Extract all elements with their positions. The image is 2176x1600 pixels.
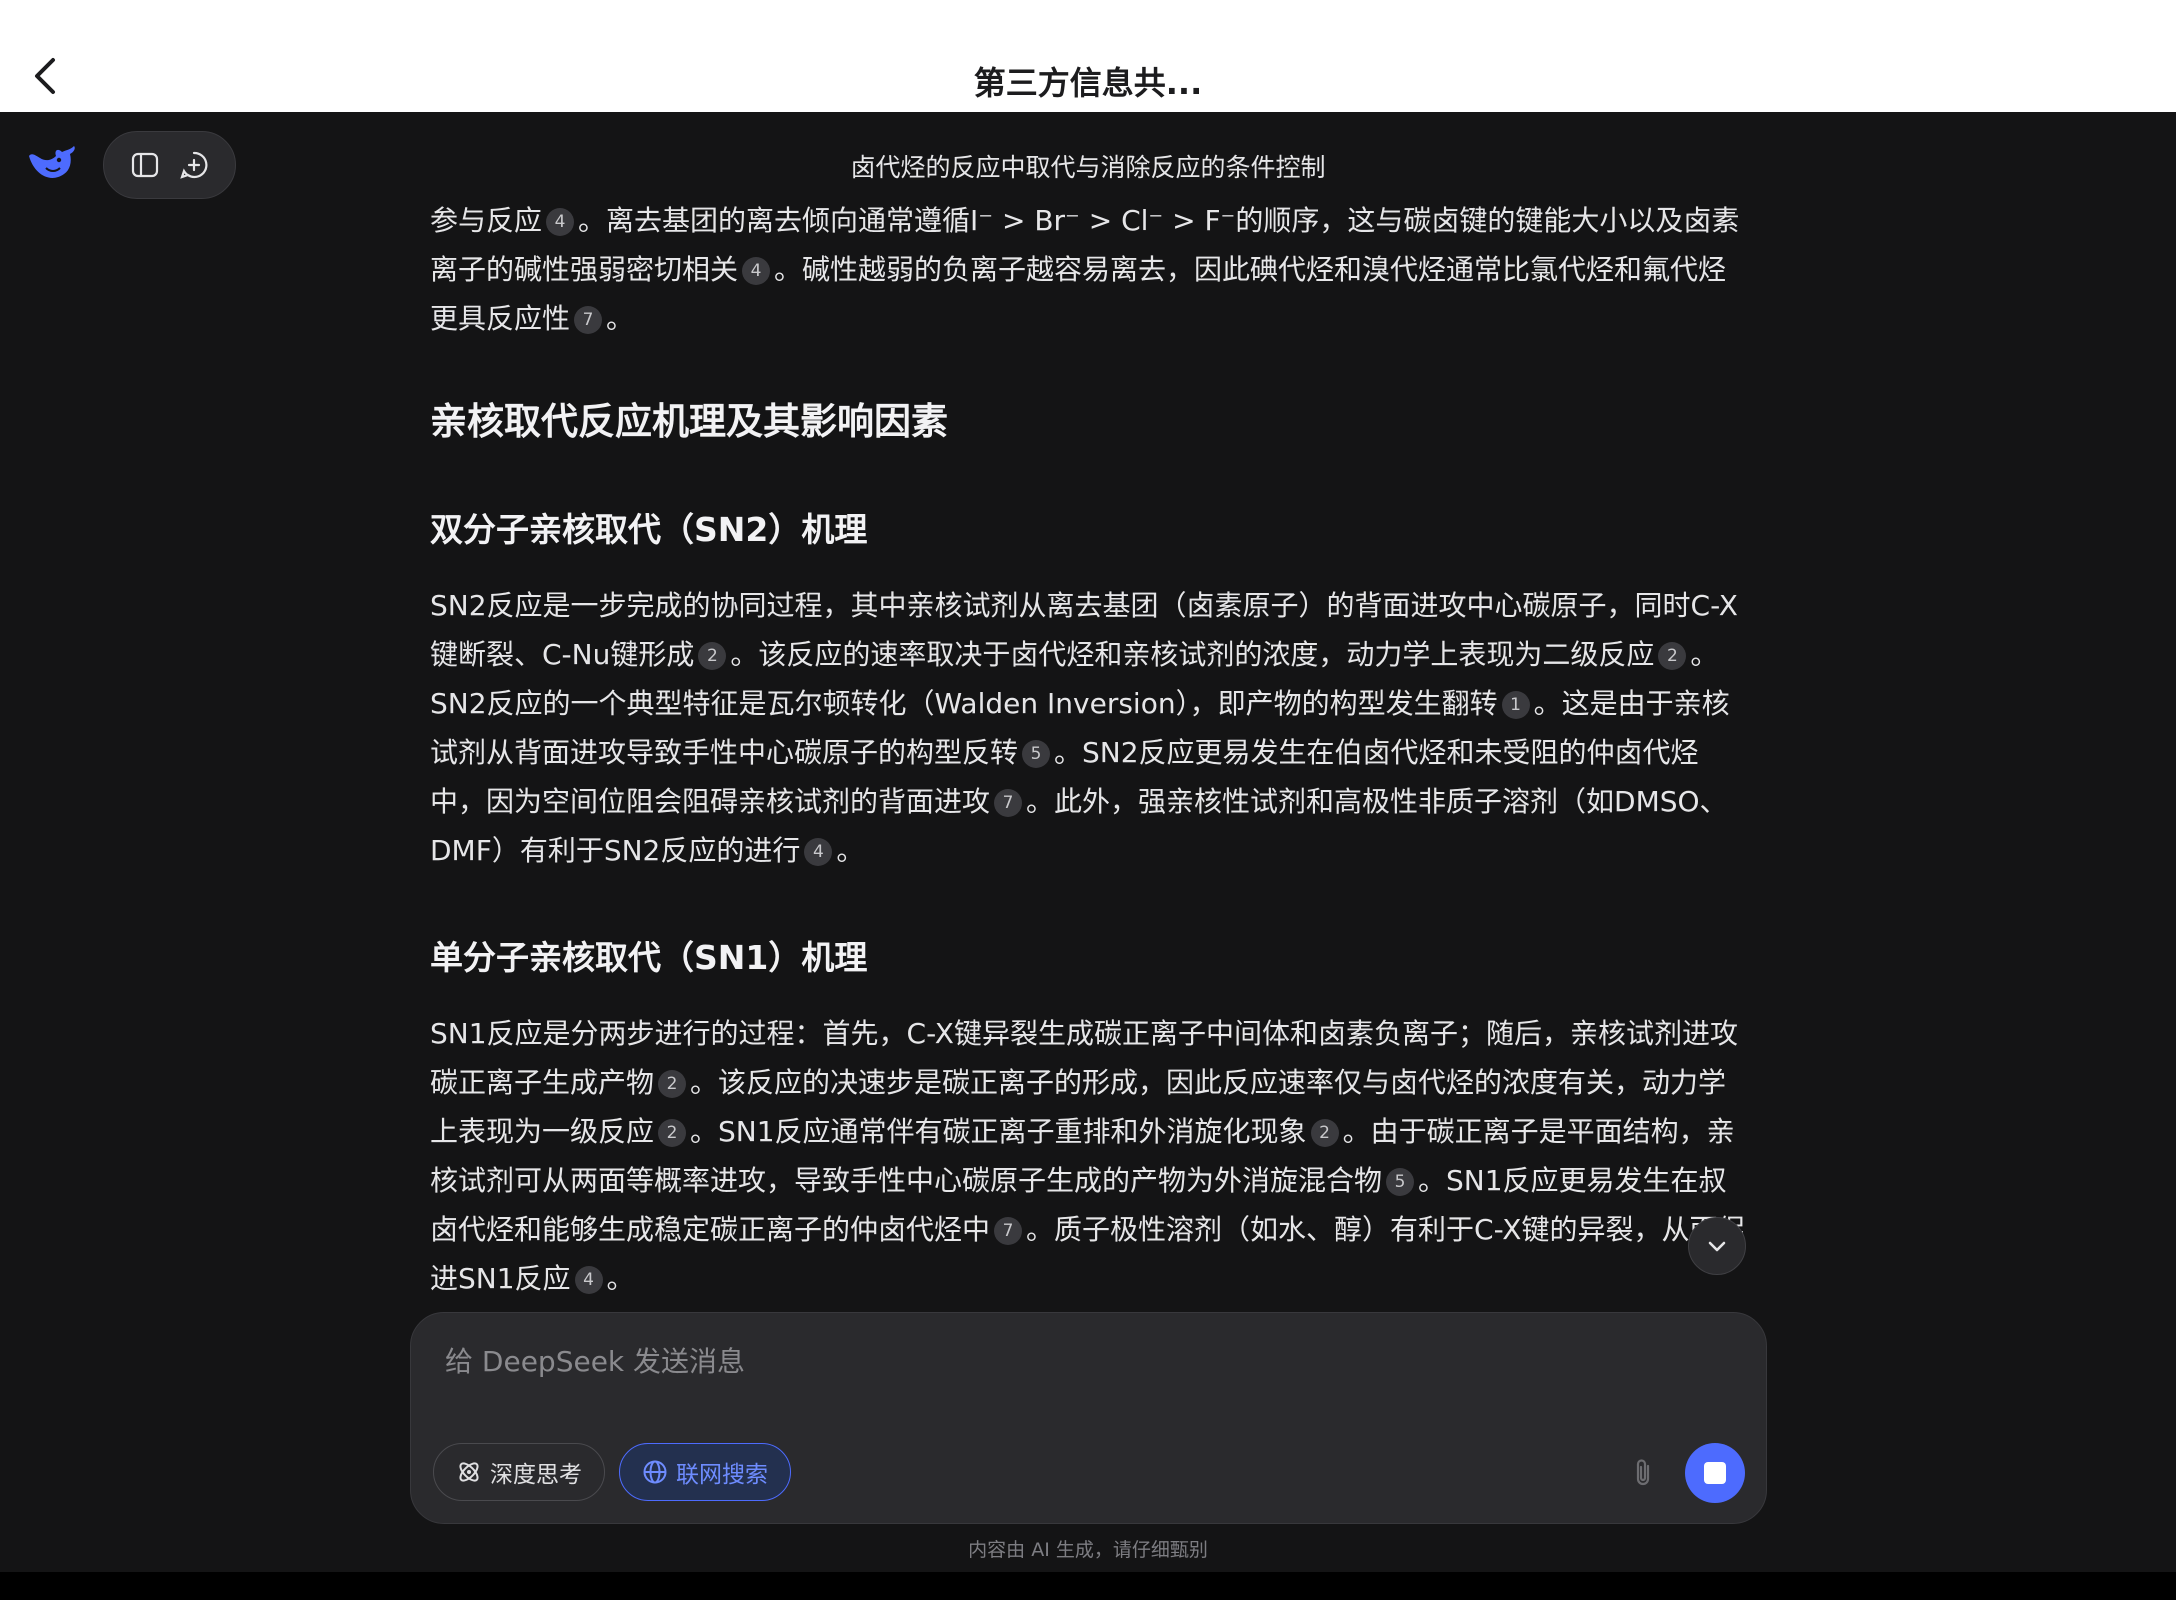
message-content[interactable]: 参与反应 4 。离去基团的离去倾向通常遵循I⁻ > Br⁻ > Cl⁻ > F⁻的顺… [430,204,1750,1312]
web-search-toggle[interactable]: 联网搜索 [619,1443,791,1501]
citation-badge[interactable]: 2 [1658,642,1687,670]
page-title: 第三方信息共... [973,64,1203,102]
deep-think-toggle[interactable]: 深度思考 [433,1443,605,1501]
scroll-to-bottom-button[interactable] [1688,1217,1746,1275]
citation-badge[interactable]: 4 [742,257,771,285]
section-heading: 亲核取代反应机理及其影响因素 [430,400,948,443]
ai-disclaimer: 内容由 AI 生成，请仔细甄别 [968,1539,1208,1561]
text-span: 的碱性强弱密切相关 [486,253,739,286]
sn2-paragraph: SN2反应是一步完成的协同过程，其中亲核试剂从离去基团（卤素原子）的背面进攻中心… [430,581,1750,875]
text-span: 参与反应 [430,204,543,237]
citation-badge[interactable]: 2 [658,1070,687,1098]
citation-badge[interactable]: 7 [994,789,1023,817]
intro-paragraph: 参与反应 4 。离去基团的离去倾向通常遵循I⁻ > Br⁻ > Cl⁻ > F⁻的顺… [430,204,1750,343]
atom-icon [459,1462,479,1482]
citation-badge[interactable]: 1 [1501,691,1530,719]
citation-badge[interactable]: 5 [1386,1168,1415,1196]
sn1-paragraph: SN1反应是分两步进行的过程：首先，C-X键异裂生成碳正离子中间体和卤素负离子；… [430,1009,1750,1303]
text-span: 。 [836,834,865,867]
citation-badge[interactable]: 4 [804,838,833,866]
stop-generation-button[interactable] [1685,1443,1745,1503]
subsection-heading-sn2: 双分子亲核取代（SN2）机理 [430,510,868,549]
citation-badge[interactable]: 7 [574,306,603,334]
system-nav-bar [0,1572,2176,1600]
globe-icon [643,1460,667,1484]
attach-button[interactable] [1623,1453,1663,1493]
citation-badge[interactable]: 5 [1022,740,1051,768]
text-span: 。SN1反应通常伴有碳正离子重排和外消旋化现象 [690,1115,1307,1148]
intro-text: 参与反应 4 。离去基团的离去倾向通常遵循I⁻ > Br⁻ > Cl⁻ > F⁻的顺… [430,204,1750,343]
text-span: 。 [606,302,635,335]
text-span: 。该反应的速率取决于卤代烃和亲核试剂的浓度，动力学上表现为二级反应 [730,638,1655,671]
stop-icon [1704,1462,1726,1484]
citation-badge[interactable]: 4 [546,208,575,236]
citation-badge[interactable]: 4 [574,1266,603,1294]
citation-badge[interactable]: 2 [658,1119,687,1147]
message-composer: 深度思考 联网搜索 [410,1312,1767,1524]
paperclip-icon [1636,1459,1650,1486]
top-bar: 第三方信息共... [0,0,2176,112]
web-search-label: 联网搜索 [676,1462,768,1488]
chat-title: 卤代烃的反应中取代与消除反应的条件控制 [850,153,1326,182]
citation-badge[interactable]: 7 [994,1217,1023,1245]
citation-badge[interactable]: 2 [698,642,727,670]
message-input[interactable] [443,1335,1647,1387]
text-span: 。 [606,1262,635,1295]
citation-badge[interactable]: 2 [1310,1119,1339,1147]
subsection-heading-sn1: 单分子亲核取代（SN1）机理 [430,938,868,977]
deep-think-label: 深度思考 [490,1462,582,1488]
chevron-down-icon [1708,1241,1726,1252]
